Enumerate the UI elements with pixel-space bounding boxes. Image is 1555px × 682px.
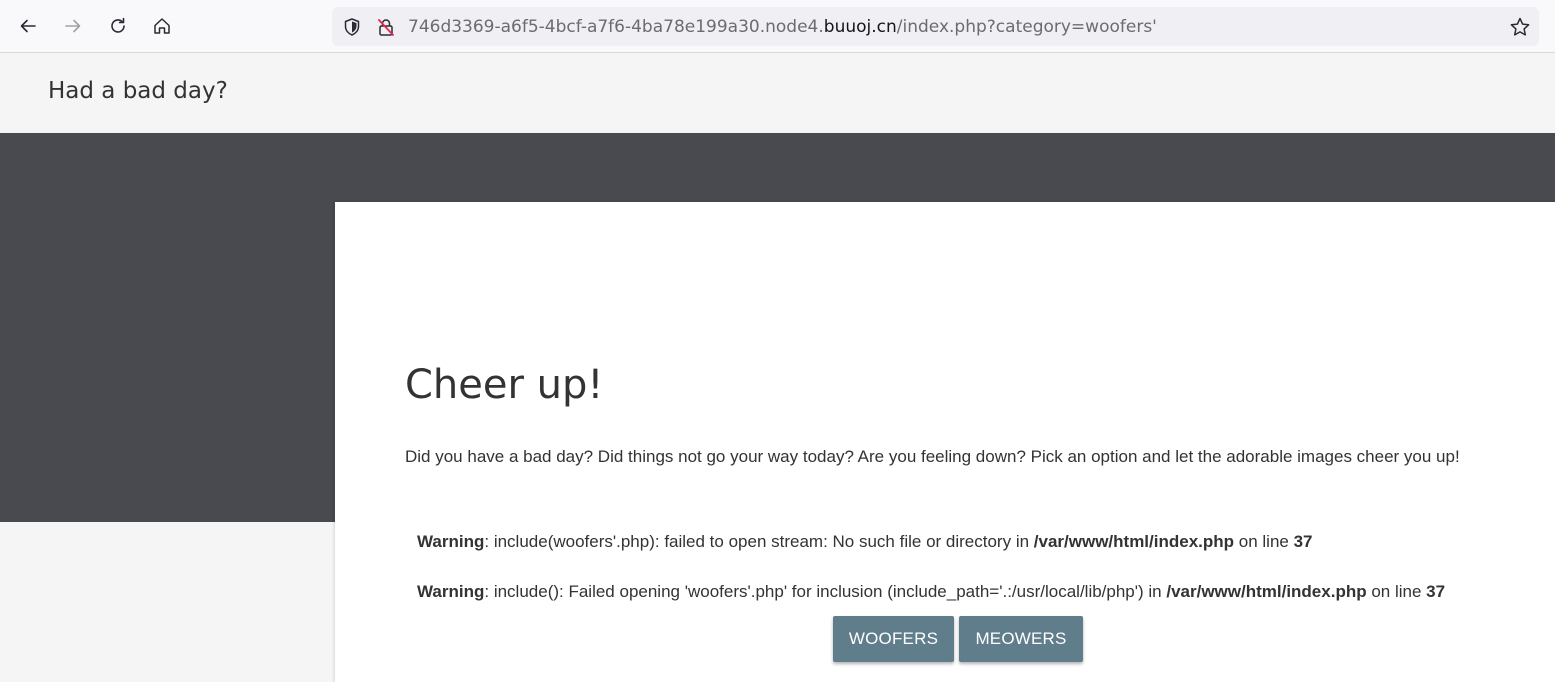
- back-button[interactable]: [12, 10, 44, 42]
- url-prefix: 746d3369-a6f5-4bcf-a7f6-4ba78e199a30.nod…: [408, 17, 824, 37]
- warning-label: Warning: [417, 582, 485, 601]
- reload-icon: [111, 17, 125, 33]
- card-description: Did you have a bad day? Did things not g…: [405, 447, 1460, 466]
- woofers-button[interactable]: Woofers: [833, 616, 954, 662]
- bookmark-star-icon[interactable]: [1509, 16, 1531, 38]
- warning-file: /var/www/html/index.php: [1033, 532, 1235, 551]
- arrow-right-icon: [65, 19, 81, 33]
- warning-line-number: 37: [1293, 532, 1313, 551]
- home-button[interactable]: [146, 10, 178, 42]
- site-title[interactable]: Had a bad day?: [48, 78, 228, 104]
- home-icon: [154, 18, 170, 34]
- warning-file: /var/www/html/index.php: [1166, 582, 1367, 601]
- warning-message: : include(): Failed opening 'woofers'.ph…: [484, 582, 1167, 601]
- warning-line-number: 37: [1426, 582, 1446, 601]
- url-text[interactable]: 746d3369-a6f5-4bcf-a7f6-4ba78e199a30.nod…: [408, 17, 1157, 37]
- card-title: Cheer up!: [405, 362, 604, 408]
- warning-message: : include(woofers'.php): failed to open …: [484, 532, 1034, 551]
- site-header: Had a bad day?: [0, 53, 1555, 133]
- browser-toolbar: 746d3369-a6f5-4bcf-a7f6-4ba78e199a30.nod…: [0, 0, 1555, 53]
- reload-button[interactable]: [102, 10, 134, 42]
- php-warning: Warning: include(woofers'.php): failed t…: [417, 532, 1313, 552]
- forward-button[interactable]: [57, 10, 89, 42]
- warning-line-text: on line: [1366, 582, 1427, 601]
- warning-label: Warning: [417, 532, 485, 551]
- php-warning: Warning: include(): Failed opening 'woof…: [417, 582, 1445, 602]
- url-path: /index.php?category=woofers': [896, 17, 1157, 37]
- tracking-shield-icon[interactable]: [342, 17, 362, 37]
- meowers-button[interactable]: Meowers: [959, 616, 1083, 662]
- url-domain: buuoj.cn: [823, 17, 897, 37]
- insecure-lock-icon[interactable]: [376, 17, 396, 37]
- arrow-left-icon: [20, 19, 36, 33]
- address-bar[interactable]: 746d3369-a6f5-4bcf-a7f6-4ba78e199a30.nod…: [332, 7, 1539, 46]
- main-card: Cheer up! Did you have a bad day? Did th…: [335, 202, 1555, 682]
- warning-line-text: on line: [1234, 532, 1294, 551]
